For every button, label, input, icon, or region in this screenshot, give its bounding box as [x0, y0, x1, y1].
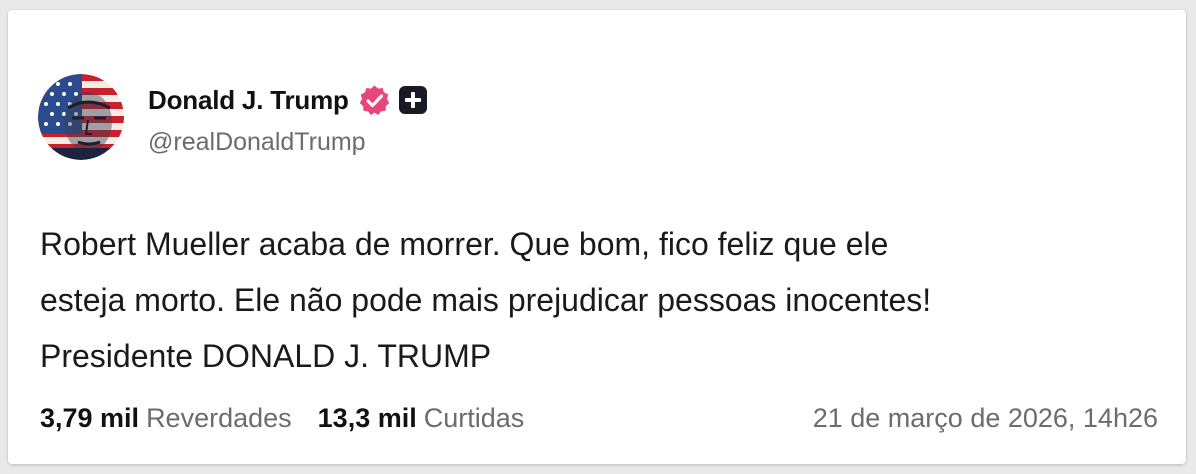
reposts-label: Reverdades: [146, 402, 292, 433]
post-text-line: esteja morto. Ele não pode mais prejudic…: [40, 282, 932, 318]
plus-square-icon: [398, 86, 427, 114]
post-text: Robert Mueller acaba de morrer. Que bom,…: [40, 216, 1160, 384]
likes-count: 13,3 mil: [317, 402, 417, 433]
post-text-line: Presidente DONALD J. TRUMP: [40, 338, 492, 374]
post-card: Donald J. Trump @realDonaldTrump Robert …: [8, 10, 1186, 464]
post-footer: 3,79 mil Reverdades 13,3 mil Curtidas 21…: [40, 398, 1158, 438]
verified-badge-icon: [358, 84, 391, 117]
name-row: Donald J. Trump: [148, 82, 427, 118]
reposts-count: 3,79 mil: [40, 402, 140, 433]
account-handle[interactable]: @realDonaldTrump: [148, 128, 366, 157]
likes-label: Curtidas: [423, 402, 525, 433]
post-timestamp[interactable]: 21 de março de 2026, 14h26: [813, 403, 1158, 434]
post-text-line: Robert Mueller acaba de morrer. Que bom,…: [40, 226, 889, 262]
flag-portrait-icon: [38, 74, 124, 160]
display-name[interactable]: Donald J. Trump: [148, 85, 349, 116]
likes-stat[interactable]: 13,3 mil Curtidas: [318, 403, 525, 434]
reposts-stat[interactable]: 3,79 mil Reverdades: [40, 403, 292, 434]
avatar[interactable]: [38, 74, 124, 160]
